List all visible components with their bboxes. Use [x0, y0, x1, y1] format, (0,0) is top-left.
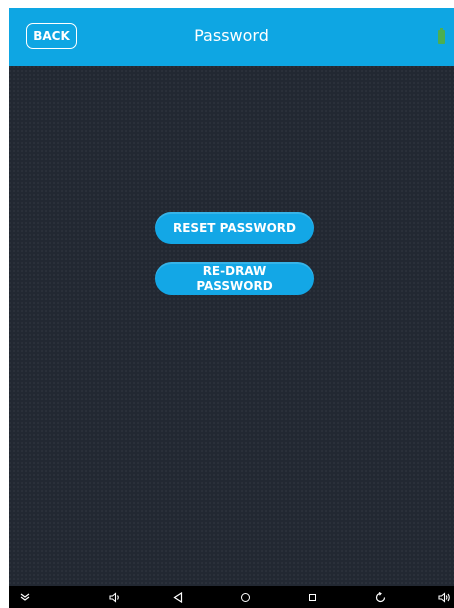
volume-down-icon[interactable] [105, 586, 125, 608]
app-screen: BACK Password RESET PASSWORD RE-DRAW PAS… [9, 8, 454, 608]
background [9, 66, 454, 586]
system-navigation-bar [9, 586, 454, 608]
redraw-password-label-line1: RE-DRAW [202, 263, 267, 278]
header-bar: BACK Password [9, 8, 454, 66]
chevron-down-icon[interactable] [15, 586, 35, 608]
battery-icon [438, 28, 445, 44]
volume-up-icon[interactable] [434, 586, 454, 608]
reset-password-button[interactable]: RESET PASSWORD [155, 212, 314, 244]
redraw-password-button[interactable]: RE-DRAW PASSWORD [155, 262, 314, 295]
redraw-password-label-line2: PASSWORD [196, 278, 273, 293]
rotate-icon[interactable] [370, 586, 390, 608]
recents-icon[interactable] [302, 586, 322, 608]
back-icon[interactable] [168, 586, 188, 608]
page-title: Password [194, 26, 269, 45]
home-icon[interactable] [235, 586, 255, 608]
reset-password-label: RESET PASSWORD [172, 220, 296, 235]
